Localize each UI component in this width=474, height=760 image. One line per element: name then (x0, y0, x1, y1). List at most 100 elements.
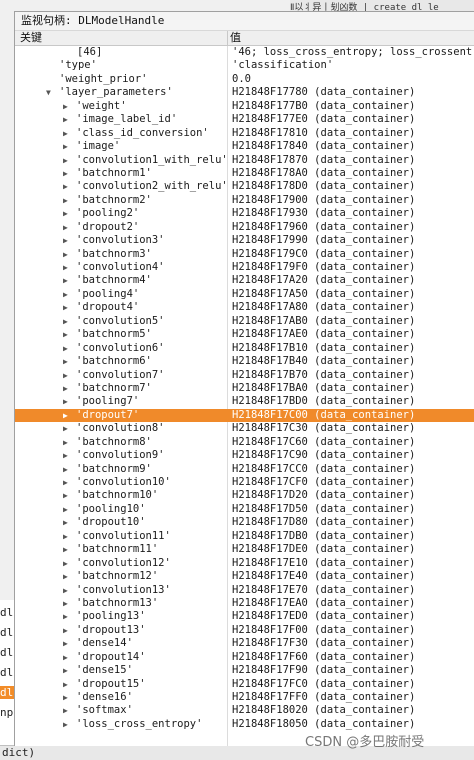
expand-arrow-icon[interactable]: ▶ (63, 610, 68, 623)
tree-row[interactable]: ▶ 'pooling7' H21848F17BD0 (data_container) (15, 395, 474, 408)
column-key-header[interactable]: 关键 (20, 31, 42, 45)
expand-arrow-icon[interactable]: ▶ (63, 597, 68, 610)
expand-arrow-icon[interactable]: ▶ (63, 234, 68, 247)
tree-row[interactable]: ▶ 'convolution8' H21848F17C30 (data_contai… (15, 422, 474, 435)
tree-row[interactable]: ▶ 'batchnorm13' H21848F17EA0 (data_contain… (15, 597, 474, 610)
collapse-arrow-icon[interactable]: ▼ (46, 86, 51, 99)
expand-arrow-icon[interactable]: ▶ (63, 436, 68, 449)
expand-arrow-icon[interactable]: ▶ (63, 382, 68, 395)
expand-arrow-icon[interactable]: ▶ (63, 678, 68, 691)
tree-row[interactable]: ▼ 'layer_parameters' H21848F17780 (data_co… (15, 86, 474, 99)
tree-row[interactable]: ▶ 'batchnorm3' H21848F179C0 (data_containe… (15, 248, 474, 261)
expand-arrow-icon[interactable]: ▶ (63, 369, 68, 382)
expand-arrow-icon[interactable]: ▶ (63, 167, 68, 180)
expand-arrow-icon[interactable]: ▶ (63, 691, 68, 704)
tree-row[interactable]: 'weight_prior' 0.0 (15, 73, 474, 86)
expand-arrow-icon[interactable]: ▶ (63, 261, 68, 274)
expand-arrow-icon[interactable]: ▶ (63, 651, 68, 664)
tree-row[interactable]: ▶ 'image' H21848F17840 (data_container) (15, 140, 474, 153)
expand-arrow-icon[interactable]: ▶ (63, 503, 68, 516)
tree-row[interactable]: ▶ 'convolution10' H21848F17CF0 (data_conta… (15, 476, 474, 489)
tree-row[interactable]: ▶ 'pooling13' H21848F17ED0 (data_container… (15, 610, 474, 623)
tree-row[interactable]: ▶ 'convolution2_with_relu' H21848F178D0 (d… (15, 180, 474, 193)
tree-row[interactable]: ▶ 'batchnorm11' H21848F17DE0 (data_contain… (15, 543, 474, 556)
tree-row[interactable]: ▶ 'batchnorm4' H21848F17A20 (data_containe… (15, 274, 474, 287)
expand-arrow-icon[interactable]: ▶ (63, 409, 68, 422)
expand-arrow-icon[interactable]: ▶ (63, 463, 68, 476)
expand-arrow-icon[interactable]: ▶ (63, 489, 68, 502)
tree-row[interactable]: ▶ 'convolution7' H21848F17B70 (data_contai… (15, 369, 474, 382)
tree-row[interactable]: ▶ 'image_label_id' H21848F177E0 (data_cont… (15, 113, 474, 126)
tree-row[interactable]: ▶ 'batchnorm7' H21848F17BA0 (data_containe… (15, 382, 474, 395)
expand-arrow-icon[interactable]: ▶ (63, 624, 68, 637)
expand-arrow-icon[interactable]: ▶ (63, 557, 68, 570)
tree-row[interactable]: ▶ 'dropout2' H21848F17960 (data_container) (15, 221, 474, 234)
tree-row[interactable]: ▶ 'batchnorm10' H21848F17D20 (data_contain… (15, 489, 474, 502)
column-divider[interactable] (227, 31, 228, 45)
tree-row[interactable]: ▶ 'batchnorm6' H21848F17B40 (data_containe… (15, 355, 474, 368)
tree-row[interactable]: ▶ 'convolution11' H21848F17DB0 (data_conta… (15, 530, 474, 543)
expand-arrow-icon[interactable]: ▶ (63, 248, 68, 261)
tree-row[interactable]: 'type' 'classification' (15, 59, 474, 72)
expand-arrow-icon[interactable]: ▶ (63, 637, 68, 650)
tree-row[interactable]: ▶ 'pooling4' H21848F17A50 (data_container) (15, 288, 474, 301)
tree-row[interactable]: ▶ 'class_id_conversion' H21848F17810 (data… (15, 127, 474, 140)
tree-row[interactable]: ▶ 'batchnorm12' H21848F17E40 (data_contain… (15, 570, 474, 583)
tree-row[interactable]: ▶ 'convolution5' H21848F17AB0 (data_contai… (15, 315, 474, 328)
tree-row[interactable]: ▶ 'dropout15' H21848F17FC0 (data_container… (15, 678, 474, 691)
expand-arrow-icon[interactable]: ▶ (63, 422, 68, 435)
tree-row[interactable]: ▶ 'batchnorm5' H21848F17AE0 (data_containe… (15, 328, 474, 341)
expand-arrow-icon[interactable]: ▶ (63, 704, 68, 717)
tree-row[interactable]: ▶ 'dense14' H21848F17F30 (data_container) (15, 637, 474, 650)
expand-arrow-icon[interactable]: ▶ (63, 516, 68, 529)
tree-row[interactable]: ▶ 'convolution4' H21848F179F0 (data_contai… (15, 261, 474, 274)
tree-row[interactable]: ▶ 'convolution3' H21848F17990 (data_contai… (15, 234, 474, 247)
expand-arrow-icon[interactable]: ▶ (63, 476, 68, 489)
tree-row[interactable]: [46] '46; loss_cross_entropy; loss_crosse… (15, 46, 474, 59)
expand-arrow-icon[interactable]: ▶ (63, 718, 68, 731)
expand-arrow-icon[interactable]: ▶ (63, 180, 68, 193)
tree-row[interactable]: ▶ 'dropout10' H21848F17D80 (data_container… (15, 516, 474, 529)
expand-arrow-icon[interactable]: ▶ (63, 584, 68, 597)
expand-arrow-icon[interactable]: ▶ (63, 395, 68, 408)
expand-arrow-icon[interactable]: ▶ (63, 194, 68, 207)
tree-row[interactable]: ▶ 'convolution9' H21848F17C90 (data_contai… (15, 449, 474, 462)
tree-row[interactable]: ▶ 'dense15' H21848F17F90 (data_container) (15, 664, 474, 677)
expand-arrow-icon[interactable]: ▶ (63, 274, 68, 287)
column-value-header[interactable]: 值 (230, 31, 241, 45)
expand-arrow-icon[interactable]: ▶ (63, 355, 68, 368)
expand-arrow-icon[interactable]: ▶ (63, 154, 68, 167)
tree-row[interactable]: ▶ 'softmax' H21848F18020 (data_container) (15, 704, 474, 717)
expand-arrow-icon[interactable]: ▶ (63, 127, 68, 140)
expand-arrow-icon[interactable]: ▶ (63, 207, 68, 220)
expand-arrow-icon[interactable]: ▶ (63, 221, 68, 234)
expand-arrow-icon[interactable]: ▶ (63, 664, 68, 677)
expand-arrow-icon[interactable]: ▶ (63, 530, 68, 543)
tree-row[interactable]: ▶ 'batchnorm9' H21848F17CC0 (data_containe… (15, 463, 474, 476)
expand-arrow-icon[interactable]: ▶ (63, 328, 68, 341)
expand-arrow-icon[interactable]: ▶ (63, 315, 68, 328)
tree-row[interactable]: ▶ 'loss_cross_entropy' H21848F18050 (data_… (15, 718, 474, 731)
tree-row[interactable]: ▶ 'convolution6' H21848F17B10 (data_contai… (15, 342, 474, 355)
expand-arrow-icon[interactable]: ▶ (63, 342, 68, 355)
tree-row[interactable]: ▶ 'dropout14' H21848F17F60 (data_container… (15, 651, 474, 664)
tree-row[interactable]: ▶ 'weight' H21848F177B0 (data_container) (15, 100, 474, 113)
expand-arrow-icon[interactable]: ▶ (63, 449, 68, 462)
tree-row[interactable]: ▶ 'convolution13' H21848F17E70 (data_conta… (15, 584, 474, 597)
tree-row[interactable]: ▶ 'pooling10' H21848F17D50 (data_container… (15, 503, 474, 516)
tree-row[interactable]: ▶ 'batchnorm2' H21848F17900 (data_containe… (15, 194, 474, 207)
tree-row[interactable]: ▶ 'dropout13' H21848F17F00 (data_container… (15, 624, 474, 637)
expand-arrow-icon[interactable]: ▶ (63, 543, 68, 556)
expand-arrow-icon[interactable]: ▶ (63, 113, 68, 126)
expand-arrow-icon[interactable]: ▶ (63, 140, 68, 153)
tree-row[interactable]: ▶ 'dropout7' H21848F17C00 (data_container) (15, 408, 474, 423)
expand-arrow-icon[interactable]: ▶ (63, 288, 68, 301)
expand-arrow-icon[interactable]: ▶ (63, 301, 68, 314)
expand-arrow-icon[interactable]: ▶ (63, 570, 68, 583)
tree-row[interactable]: ▶ 'convolution1_with_relu' H21848F17870 (d… (15, 154, 474, 167)
tree-row[interactable]: ▶ 'pooling2' H21848F17930 (data_container) (15, 207, 474, 220)
tree-row[interactable]: ▶ 'batchnorm8' H21848F17C60 (data_containe… (15, 436, 474, 449)
tree-row[interactable]: ▶ 'dropout4' H21848F17A80 (data_container) (15, 301, 474, 314)
tree-row[interactable]: ▶ 'dense16' H21848F17FF0 (data_container) (15, 691, 474, 704)
tree-row[interactable]: ▶ 'convolution12' H21848F17E10 (data_conta… (15, 557, 474, 570)
